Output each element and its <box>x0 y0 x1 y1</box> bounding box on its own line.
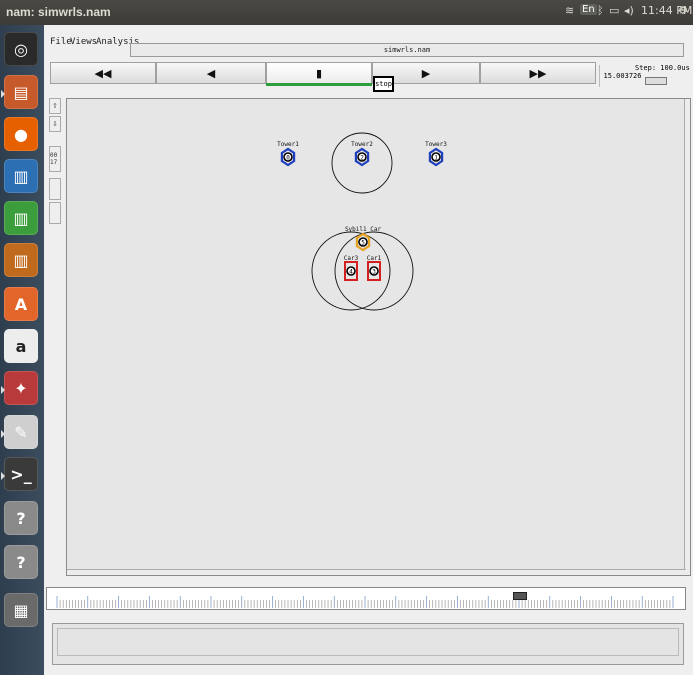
tool-slider-a[interactable] <box>49 178 61 200</box>
window-title: nam: simwrls.nam <box>6 5 111 19</box>
node-id: 5 <box>361 240 365 247</box>
battery-icon[interactable]: ▭ <box>609 4 619 17</box>
stop-icon: ▮ <box>315 66 323 80</box>
monitor-area <box>57 628 679 656</box>
node-label: Tower3 <box>425 141 447 148</box>
node-car1[interactable]: 3 Car1 <box>367 255 382 281</box>
running-indicator <box>1 90 5 98</box>
keyboard-indicator[interactable]: En <box>580 4 597 15</box>
node-label: Car1 <box>367 255 382 262</box>
animation-canvas[interactable]: 0 Tower1 2 Tower2 1 Tower3 5 Sybil1_Car 4 Car3 3 Ca… <box>66 98 691 576</box>
launcher-libreoffice-impress-icon[interactable]: ▥ <box>4 243 38 277</box>
launcher: ◎ ▤ ● ▥ ▥ ▥ Aa ✦ ✎ >_?? ▦ <box>0 25 44 675</box>
nam-window: File Views Analysis simwrls.nam ◀◀ ◀ ▮ ▶… <box>44 25 693 675</box>
zoom-out-button[interactable]: ⇩ <box>49 116 61 132</box>
rewind-icon: ◀◀ <box>94 66 112 80</box>
launcher-unknown-app-2-icon[interactable]: ? <box>4 545 38 579</box>
step-back-button[interactable]: ◀ <box>156 62 266 84</box>
stop-button[interactable]: ▮ <box>266 62 372 84</box>
bluetooth-icon[interactable]: ᛒ <box>597 4 604 17</box>
horizontal-scrollbar[interactable] <box>67 569 686 575</box>
node-id: 3 <box>372 269 376 276</box>
zoom-in-icon: ⇧ <box>52 101 58 111</box>
node-id: 2 <box>360 155 364 162</box>
node-sybil1-car[interactable]: 5 Sybil1_Car <box>345 226 382 252</box>
node-label: Tower1 <box>277 141 299 148</box>
running-indicator <box>1 430 5 438</box>
launcher-text-editor-icon[interactable]: ✎ <box>1 415 38 449</box>
timeline-marker[interactable] <box>513 592 527 600</box>
node-label: Car3 <box>344 255 359 262</box>
launcher-dash-home-icon[interactable]: ◎ <box>4 32 38 66</box>
zoom-out-icon: ⇩ <box>52 119 58 129</box>
step-back-icon: ◀ <box>206 66 216 80</box>
menu-file[interactable]: File <box>50 37 72 47</box>
tool-text: 00 17 <box>49 146 61 172</box>
launcher-files-icon[interactable]: ▤ <box>1 75 38 109</box>
launcher-firefox-icon[interactable]: ● <box>4 117 38 151</box>
zoom-in-button[interactable]: ⇧ <box>49 98 61 114</box>
menu-views[interactable]: Views <box>70 37 97 47</box>
launcher-workspace-switcher-icon[interactable]: ▦ <box>4 593 38 627</box>
menu-bar: File Views Analysis simwrls.nam <box>44 33 693 57</box>
timeline[interactable] <box>46 587 686 610</box>
node-car3[interactable]: 4 Car3 <box>344 255 359 281</box>
fast-forward-button[interactable]: ▶▶ <box>480 62 596 84</box>
node-id: 1 <box>434 155 438 162</box>
launcher-software-center-icon[interactable]: A <box>4 287 38 321</box>
timeline-ticks <box>56 596 674 608</box>
wifi-icon[interactable]: ≋ <box>565 4 574 17</box>
stop-tooltip: stop <box>373 76 394 92</box>
running-indicator <box>1 386 5 394</box>
rewind-button[interactable]: ◀◀ <box>50 62 156 84</box>
node-label: Sybil1_Car <box>345 226 382 233</box>
system-top-bar: nam: simwrls.nam ≋ En ᛒ ▭ ◂) 11:44 PM ⚙ <box>0 0 693 25</box>
node-label: Tower2 <box>351 141 373 148</box>
network-view: 0 Tower1 2 Tower2 1 Tower3 5 Sybil1_Car 4 Car3 3 Ca… <box>277 132 447 311</box>
fast-forward-icon: ▶▶ <box>529 66 547 80</box>
launcher-libreoffice-calc-icon[interactable]: ▥ <box>4 201 38 235</box>
node-tower3[interactable]: 1 Tower3 <box>425 141 447 167</box>
gear-icon[interactable]: ⚙ <box>678 4 688 17</box>
play-icon: ▶ <box>421 66 431 80</box>
filename-display: simwrls.nam <box>130 43 684 57</box>
vertical-scrollbar[interactable] <box>684 99 690 575</box>
launcher-system-settings-icon[interactable]: ✦ <box>1 371 38 405</box>
stop-active-indicator <box>266 83 372 86</box>
step-label: Step: 100.0us <box>635 64 690 72</box>
node-id: 4 <box>349 269 353 276</box>
node-tower2[interactable]: 2 Tower2 <box>351 141 373 167</box>
node-id: 0 <box>286 155 290 162</box>
launcher-terminal-icon[interactable]: >_ <box>1 457 38 491</box>
launcher-amazon-icon[interactable]: a <box>4 329 38 363</box>
tool-slider-b[interactable] <box>49 202 61 224</box>
monitor-panel <box>52 623 684 665</box>
tool-strip: ⇧ ⇩ 00 17 <box>49 98 61 598</box>
running-indicator <box>1 472 5 480</box>
launcher-unknown-app-1-icon[interactable]: ? <box>4 501 38 535</box>
volume-icon[interactable]: ◂) <box>624 4 634 17</box>
step-slider[interactable] <box>645 77 667 85</box>
node-tower1[interactable]: 0 Tower1 <box>277 141 299 167</box>
launcher-libreoffice-writer-icon[interactable]: ▥ <box>4 159 38 193</box>
